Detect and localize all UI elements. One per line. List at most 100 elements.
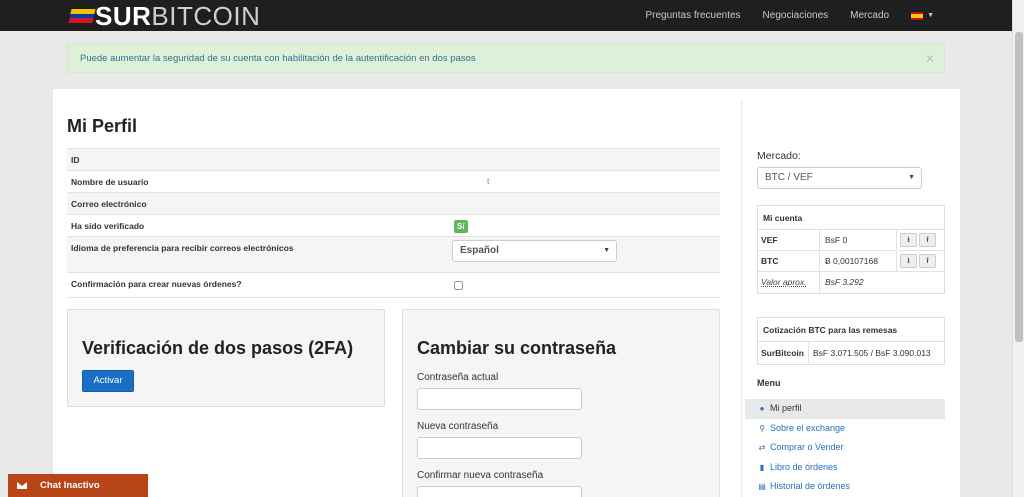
scrollbar-thumb[interactable] (1015, 32, 1023, 342)
two-factor-title: Verificación de dos pasos (2FA) (82, 338, 354, 358)
currency-label: VEF (761, 235, 778, 245)
quote-value: BsF 3.071.505 / BsF 3.090.013 (813, 348, 931, 358)
row-label: ID (71, 155, 80, 165)
brand-light: BITCOIN (151, 1, 261, 31)
quote-box: Cotización BTC para las remesas SurBitco… (757, 317, 945, 365)
activate-2fa-button[interactable]: Activar (82, 370, 134, 392)
row-label: Confirmación para crear nuevas órdenes? (71, 279, 242, 289)
envelope-icon (17, 482, 27, 489)
market-select-value: BTC / VEF (765, 172, 813, 183)
cell-divider (819, 230, 820, 251)
venezuela-flag-icon (68, 9, 96, 23)
withdraw-icon[interactable]: ⭱ (919, 233, 936, 247)
quote-source: SurBitcoin (761, 348, 804, 358)
confirm-orders-checkbox[interactable] (454, 281, 463, 290)
password-panel: Cambiar su contraseña Contraseña actual … (402, 309, 720, 497)
nav-links: Preguntas frecuentes Negociaciones Merca… (645, 0, 1012, 31)
profile-table: ID Nombre de usuario t Correo electrónic… (67, 148, 720, 298)
quote-title: Cotización BTC para las remesas (758, 318, 944, 342)
profile-row-id: ID (67, 148, 720, 170)
profile-row-confirm-orders: Confirmación para crear nuevas órdenes? (67, 272, 720, 298)
deposit-icon[interactable]: ⭳ (900, 233, 917, 247)
row-label: Correo electrónico (71, 199, 147, 209)
row-label: Idioma de preferencia para recibir corre… (71, 243, 294, 253)
menu-item-history[interactable]: ▤ Historial de órdenes (745, 477, 945, 497)
language-select[interactable]: Español ▼ (452, 240, 617, 262)
page-title: Mi Perfil (67, 116, 138, 136)
row-label: Ha sido verificado (71, 221, 145, 231)
confirm-password-label: Confirmar nueva contraseña (417, 470, 544, 481)
list-icon: ▤ (758, 482, 766, 491)
approx-label: Valor aprox. (761, 277, 807, 287)
menu-item-label: Mi perfil (770, 403, 802, 413)
language-select-value: Español (460, 245, 499, 256)
balance-amount: Ƀ 0,00107168 (825, 256, 878, 266)
cell-divider (896, 251, 897, 272)
new-password-label: Nueva contraseña (417, 421, 499, 432)
sidebar-menu: ● Mi perfil ⚲ Sobre el exchange ⇄ Compra… (745, 399, 945, 497)
menu-item-label: Sobre el exchange (770, 422, 846, 433)
deposit-icon[interactable]: ⭳ (900, 254, 917, 268)
user-icon: ● (759, 404, 765, 413)
profile-row-email: Correo electrónico (67, 192, 720, 214)
nav-link-trades[interactable]: Negociaciones (763, 10, 829, 21)
chat-label: Chat Inactivo (40, 480, 100, 491)
account-box: Mi cuenta VEF BsF 0 ⭳ ⭱ BTC Ƀ 0,00107168… (757, 205, 945, 294)
menu-title: Menu (757, 378, 781, 388)
balance-row-vef: VEF BsF 0 ⭳ ⭱ (758, 230, 944, 251)
balance-row-approx: Valor aprox. BsF 3.292 (758, 272, 944, 293)
nav-link-faq[interactable]: Preguntas frecuentes (645, 10, 740, 21)
chevron-down-icon: ▼ (908, 174, 915, 181)
password-title: Cambiar su contraseña (417, 338, 617, 358)
profile-row-verified: Ha sido verificado Sí (67, 214, 720, 236)
brand-strong: SUR (95, 1, 152, 31)
security-alert: Puede aumentar la seguridad de su cuenta… (67, 44, 945, 73)
cell-divider (896, 230, 897, 251)
chevron-down-icon: ▼ (603, 247, 610, 254)
spain-flag-icon (911, 11, 924, 20)
verified-badge: Sí (454, 220, 468, 233)
book-icon: ▮ (759, 462, 765, 472)
current-password-input[interactable] (417, 388, 582, 410)
two-factor-panel: Verificación de dos pasos (2FA) Activar (67, 309, 385, 407)
chevron-down-icon: ▼ (927, 12, 934, 19)
cell-divider (819, 251, 820, 272)
menu-item-about[interactable]: ⚲ Sobre el exchange (745, 419, 945, 439)
row-label: Nombre de usuario (71, 177, 149, 187)
quote-row: SurBitcoin BsF 3.071.505 / BsF 3.090.013 (758, 342, 944, 364)
verified-cell: Sí (454, 220, 468, 233)
menu-item-label: Comprar o Vender (770, 442, 844, 452)
balance-row-btc: BTC Ƀ 0,00107168 ⭳ ⭱ (758, 251, 944, 272)
cell-divider (819, 272, 820, 293)
nav-link-market[interactable]: Mercado (850, 10, 889, 21)
search-icon: ⚲ (759, 423, 765, 433)
profile-row-username: Nombre de usuario t (67, 170, 720, 192)
market-select[interactable]: BTC / VEF ▼ (757, 167, 922, 189)
confirm-password-input[interactable] (417, 486, 582, 497)
market-label: Mercado: (757, 150, 801, 162)
menu-item-profile[interactable]: ● Mi perfil (745, 399, 945, 419)
alert-text: Puede aumentar la seguridad de su cuenta… (80, 53, 476, 64)
profile-row-language: Idioma de preferencia para recibir corre… (67, 236, 720, 272)
current-password-label: Contraseña actual (417, 372, 499, 383)
menu-item-label: Libro de órdenes (770, 461, 838, 472)
column-divider (741, 100, 742, 497)
new-password-input[interactable] (417, 437, 582, 459)
menu-item-orderbook[interactable]: ▮ Libro de órdenes (745, 458, 945, 478)
approx-value: BsF 3.292 (825, 277, 864, 287)
shuffle-icon: ⇄ (758, 443, 766, 452)
currency-label: BTC (761, 256, 779, 266)
top-navbar: SUR BITCOIN Preguntas frecuentes Negociac… (0, 0, 1012, 31)
row-value: t (487, 176, 490, 186)
account-title: Mi cuenta (758, 206, 944, 230)
language-dropdown[interactable]: ▼ (911, 11, 934, 20)
menu-item-label: Historial de órdenes (770, 481, 851, 491)
brand-logo[interactable]: SUR BITCOIN (68, 1, 261, 31)
close-icon[interactable]: × (926, 45, 934, 72)
page-scrollbar[interactable] (1012, 0, 1024, 497)
menu-item-trade[interactable]: ⇄ Comprar o Vender (745, 438, 945, 458)
balance-amount: BsF 0 (825, 235, 848, 245)
cell-divider (808, 342, 809, 364)
withdraw-icon[interactable]: ⭱ (919, 254, 936, 268)
chat-widget[interactable]: Chat Inactivo (8, 474, 148, 497)
